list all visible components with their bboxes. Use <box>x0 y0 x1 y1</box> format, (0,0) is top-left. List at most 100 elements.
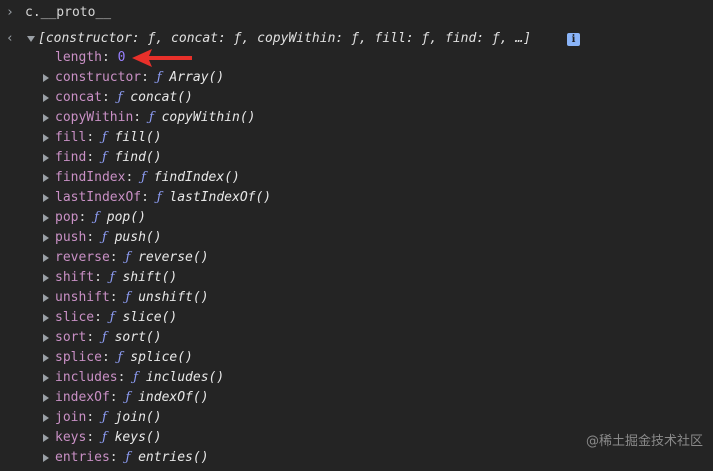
property-key: constructor <box>55 70 142 85</box>
property-entry: join: ƒ join() <box>55 408 162 428</box>
console-result-row[interactable]: ‹ [constructor: ƒ, concat: ƒ, copyWithin… <box>0 29 713 49</box>
property-entry: indexOf: ƒ indexOf() <box>55 388 209 408</box>
expand-triangle-icon[interactable] <box>43 134 49 142</box>
expand-triangle-icon[interactable] <box>43 394 49 402</box>
property-colon: : <box>141 70 149 85</box>
expand-triangle-icon[interactable] <box>43 174 49 182</box>
property-row[interactable]: unshift: ƒ unshift() <box>0 288 713 308</box>
property-colon: : <box>133 110 142 125</box>
input-command-text: c.__proto__ <box>25 5 112 20</box>
property-function-name: Array() <box>169 70 225 85</box>
property-key: reverse <box>55 250 110 265</box>
function-icon: ƒ <box>101 150 107 165</box>
property-key: entries <box>55 450 110 465</box>
property-colon: : <box>78 210 87 225</box>
property-function-name: includes() <box>145 370 225 385</box>
expand-triangle-icon[interactable] <box>43 94 49 102</box>
property-colon: : <box>101 350 110 365</box>
property-function-name: indexOf() <box>138 390 209 405</box>
property-entry: includes: ƒ includes() <box>55 368 224 388</box>
property-entry: splice: ƒ splice() <box>55 348 193 368</box>
property-key: indexOf <box>55 390 110 405</box>
function-icon: ƒ <box>109 270 115 285</box>
property-function-name: sort() <box>114 330 162 345</box>
property-key: includes <box>55 370 118 385</box>
function-icon: ƒ <box>156 70 162 85</box>
expand-triangle-icon[interactable] <box>43 114 49 122</box>
collapse-triangle-icon[interactable] <box>27 36 35 42</box>
property-row[interactable]: copyWithin: ƒ copyWithin() <box>0 108 713 128</box>
function-icon: ƒ <box>117 350 123 365</box>
expand-triangle-icon[interactable] <box>43 214 49 222</box>
property-row[interactable]: push: ƒ push() <box>0 228 713 248</box>
property-row[interactable]: splice: ƒ splice() <box>0 348 713 368</box>
property-row[interactable]: entries: ƒ entries() <box>0 448 713 468</box>
function-icon: ƒ <box>117 90 123 105</box>
length-entry: length: 0 <box>55 48 125 68</box>
property-entry: entries: ƒ entries() <box>55 448 209 468</box>
property-row[interactable]: shift: ƒ shift() <box>0 268 713 288</box>
function-icon: ƒ <box>156 190 162 205</box>
property-function-name: slice() <box>122 310 178 325</box>
property-row[interactable]: indexOf: ƒ indexOf() <box>0 388 713 408</box>
expand-triangle-icon[interactable] <box>43 294 49 302</box>
expand-triangle-icon[interactable] <box>43 454 49 462</box>
property-entry: findIndex: ƒ findIndex() <box>55 168 240 188</box>
expand-triangle-icon[interactable] <box>43 194 49 202</box>
property-function-name: join() <box>114 410 162 425</box>
expand-triangle-icon[interactable] <box>43 154 49 162</box>
property-entry: shift: ƒ shift() <box>55 268 177 288</box>
property-function-name: find() <box>114 150 162 165</box>
property-row[interactable]: pop: ƒ pop() <box>0 208 713 228</box>
property-colon: : <box>117 370 126 385</box>
function-icon: ƒ <box>94 210 99 225</box>
property-row[interactable]: fill: ƒ fill() <box>0 128 713 148</box>
property-row[interactable]: slice: ƒ slice() <box>0 308 713 328</box>
property-key: concat <box>55 90 102 105</box>
property-entry: reverse: ƒ reverse() <box>55 248 209 268</box>
expand-triangle-icon[interactable] <box>43 234 49 242</box>
property-row[interactable]: lastIndexOf: ƒ lastIndexOf() <box>0 188 713 208</box>
function-icon: ƒ <box>101 410 107 425</box>
info-icon[interactable]: i <box>567 33 580 46</box>
property-row[interactable]: constructor: ƒ Array() <box>0 68 713 88</box>
property-row[interactable]: join: ƒ join() <box>0 408 713 428</box>
property-function-name: fill() <box>114 130 162 145</box>
expand-triangle-icon[interactable] <box>43 434 49 442</box>
property-function-name: unshift() <box>138 290 209 305</box>
property-colon: : <box>94 270 102 285</box>
property-row[interactable]: sort: ƒ sort() <box>0 328 713 348</box>
property-function-name: findIndex() <box>153 170 240 185</box>
property-entry: lastIndexOf: ƒ lastIndexOf() <box>55 188 271 208</box>
property-key: shift <box>55 270 95 285</box>
property-row[interactable]: concat: ƒ concat() <box>0 88 713 108</box>
function-icon: ƒ <box>101 430 107 445</box>
expand-triangle-icon[interactable] <box>43 74 49 82</box>
property-function-name: concat() <box>130 90 193 105</box>
property-function-name: keys() <box>114 430 162 445</box>
expand-triangle-icon[interactable] <box>43 414 49 422</box>
property-entry: find: ƒ find() <box>55 148 162 168</box>
expand-triangle-icon[interactable] <box>43 354 49 362</box>
function-icon: ƒ <box>101 330 107 345</box>
expand-triangle-icon[interactable] <box>43 374 49 382</box>
property-function-name: lastIndexOf() <box>169 190 272 205</box>
watermark: @稀土掘金技术社区 <box>585 434 703 449</box>
property-row[interactable]: findIndex: ƒ findIndex() <box>0 168 713 188</box>
function-icon: ƒ <box>101 230 107 245</box>
property-entry: copyWithin: ƒ copyWithin() <box>55 108 256 128</box>
expand-triangle-icon[interactable] <box>43 274 49 282</box>
property-row[interactable]: reverse: ƒ reverse() <box>0 248 713 268</box>
property-row[interactable]: find: ƒ find() <box>0 148 713 168</box>
property-entry: slice: ƒ slice() <box>55 308 177 328</box>
expand-triangle-icon[interactable] <box>43 314 49 322</box>
function-icon: ƒ <box>109 310 115 325</box>
property-colon: : <box>141 190 149 205</box>
property-function-name: splice() <box>130 350 193 365</box>
expand-triangle-icon[interactable] <box>43 254 49 262</box>
property-row[interactable]: includes: ƒ includes() <box>0 368 713 388</box>
property-colon: : <box>86 150 95 165</box>
function-icon: ƒ <box>125 390 131 405</box>
expand-triangle-icon[interactable] <box>43 334 49 342</box>
property-colon: : <box>94 310 102 325</box>
